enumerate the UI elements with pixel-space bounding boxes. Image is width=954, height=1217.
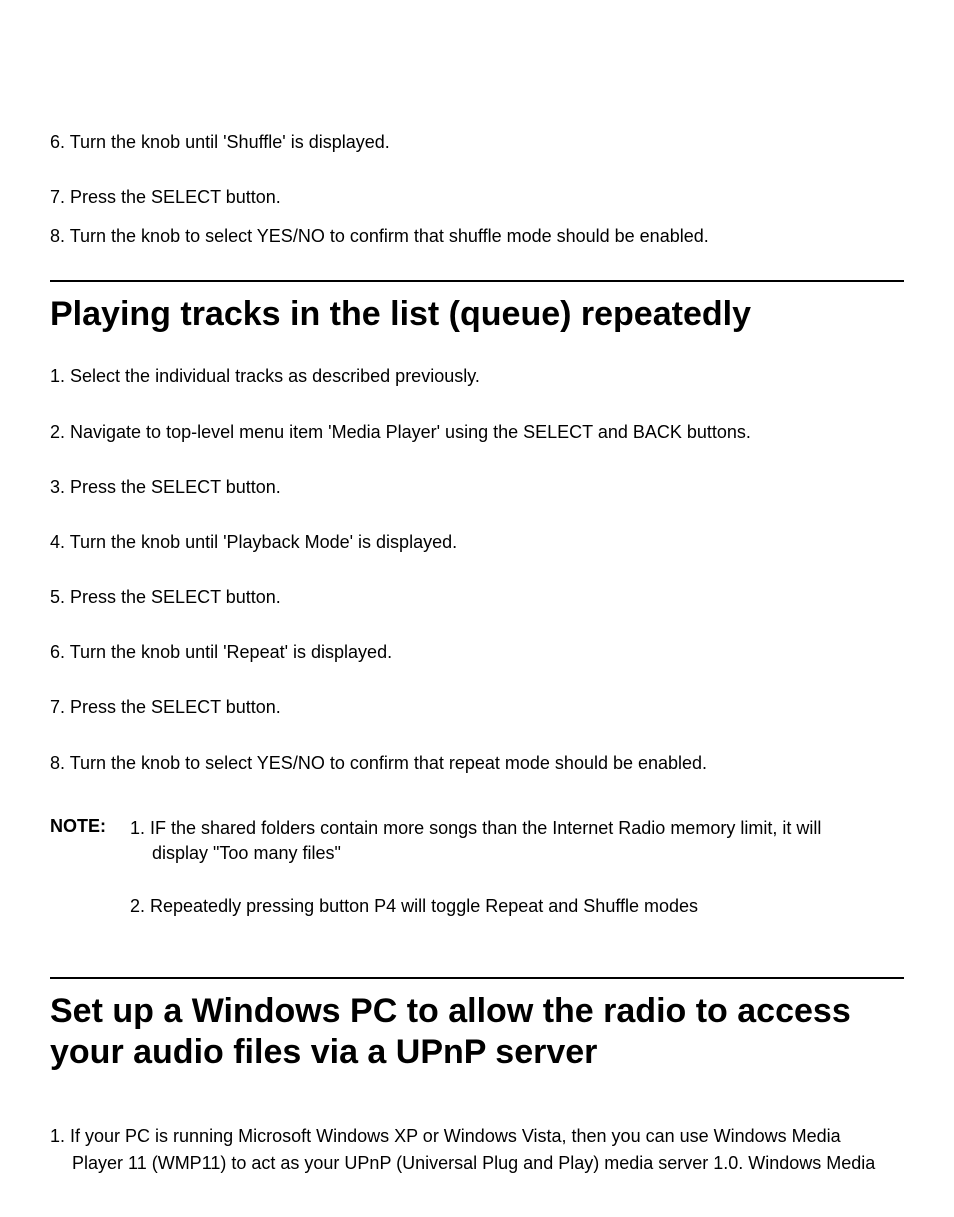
- step-item: 3. Press the SELECT button.: [50, 475, 904, 500]
- step-item: 7. Press the SELECT button.: [50, 695, 904, 720]
- section2-step: 1. If your PC is running Microsoft Windo…: [50, 1123, 904, 1177]
- section-divider: [50, 977, 904, 979]
- note-label: NOTE:: [50, 816, 130, 837]
- step-item: 8. Turn the knob to select YES/NO to con…: [50, 751, 904, 776]
- step-item: 4. Turn the knob until 'Playback Mode' i…: [50, 530, 904, 555]
- section-divider: [50, 280, 904, 282]
- step-item: 6. Turn the knob until 'Repeat' is displ…: [50, 640, 904, 665]
- step-text-line2: Player 11 (WMP11) to act as your UPnP (U…: [50, 1150, 904, 1177]
- step-item: 5. Press the SELECT button.: [50, 585, 904, 610]
- note-item-continuation: display "Too many files": [130, 841, 904, 866]
- step-item: 7. Press the SELECT button.: [50, 185, 904, 210]
- intro-steps: 6. Turn the knob until 'Shuffle' is disp…: [50, 130, 904, 250]
- note-block: NOTE: 1. IF the shared folders contain m…: [50, 816, 904, 948]
- step-item: 2. Navigate to top-level menu item 'Medi…: [50, 420, 904, 445]
- step-item: 8. Turn the knob to select YES/NO to con…: [50, 224, 904, 249]
- section-heading-setup-pc: Set up a Windows PC to allow the radio t…: [50, 991, 904, 1073]
- note-item-text: 1. IF the shared folders contain more so…: [130, 818, 821, 838]
- section-heading-playing-tracks: Playing tracks in the list (queue) repea…: [50, 294, 904, 335]
- step-item: 6. Turn the knob until 'Shuffle' is disp…: [50, 130, 904, 155]
- step-text-line1: 1. If your PC is running Microsoft Windo…: [50, 1126, 841, 1146]
- step-item: 1. Select the individual tracks as descr…: [50, 364, 904, 389]
- note-item-text: 2. Repeatedly pressing button P4 will to…: [130, 896, 698, 916]
- note-content: 1. IF the shared folders contain more so…: [130, 816, 904, 948]
- note-item: 1. IF the shared folders contain more so…: [130, 816, 904, 866]
- section1-steps: 1. Select the individual tracks as descr…: [50, 364, 904, 776]
- note-item: 2. Repeatedly pressing button P4 will to…: [130, 894, 904, 919]
